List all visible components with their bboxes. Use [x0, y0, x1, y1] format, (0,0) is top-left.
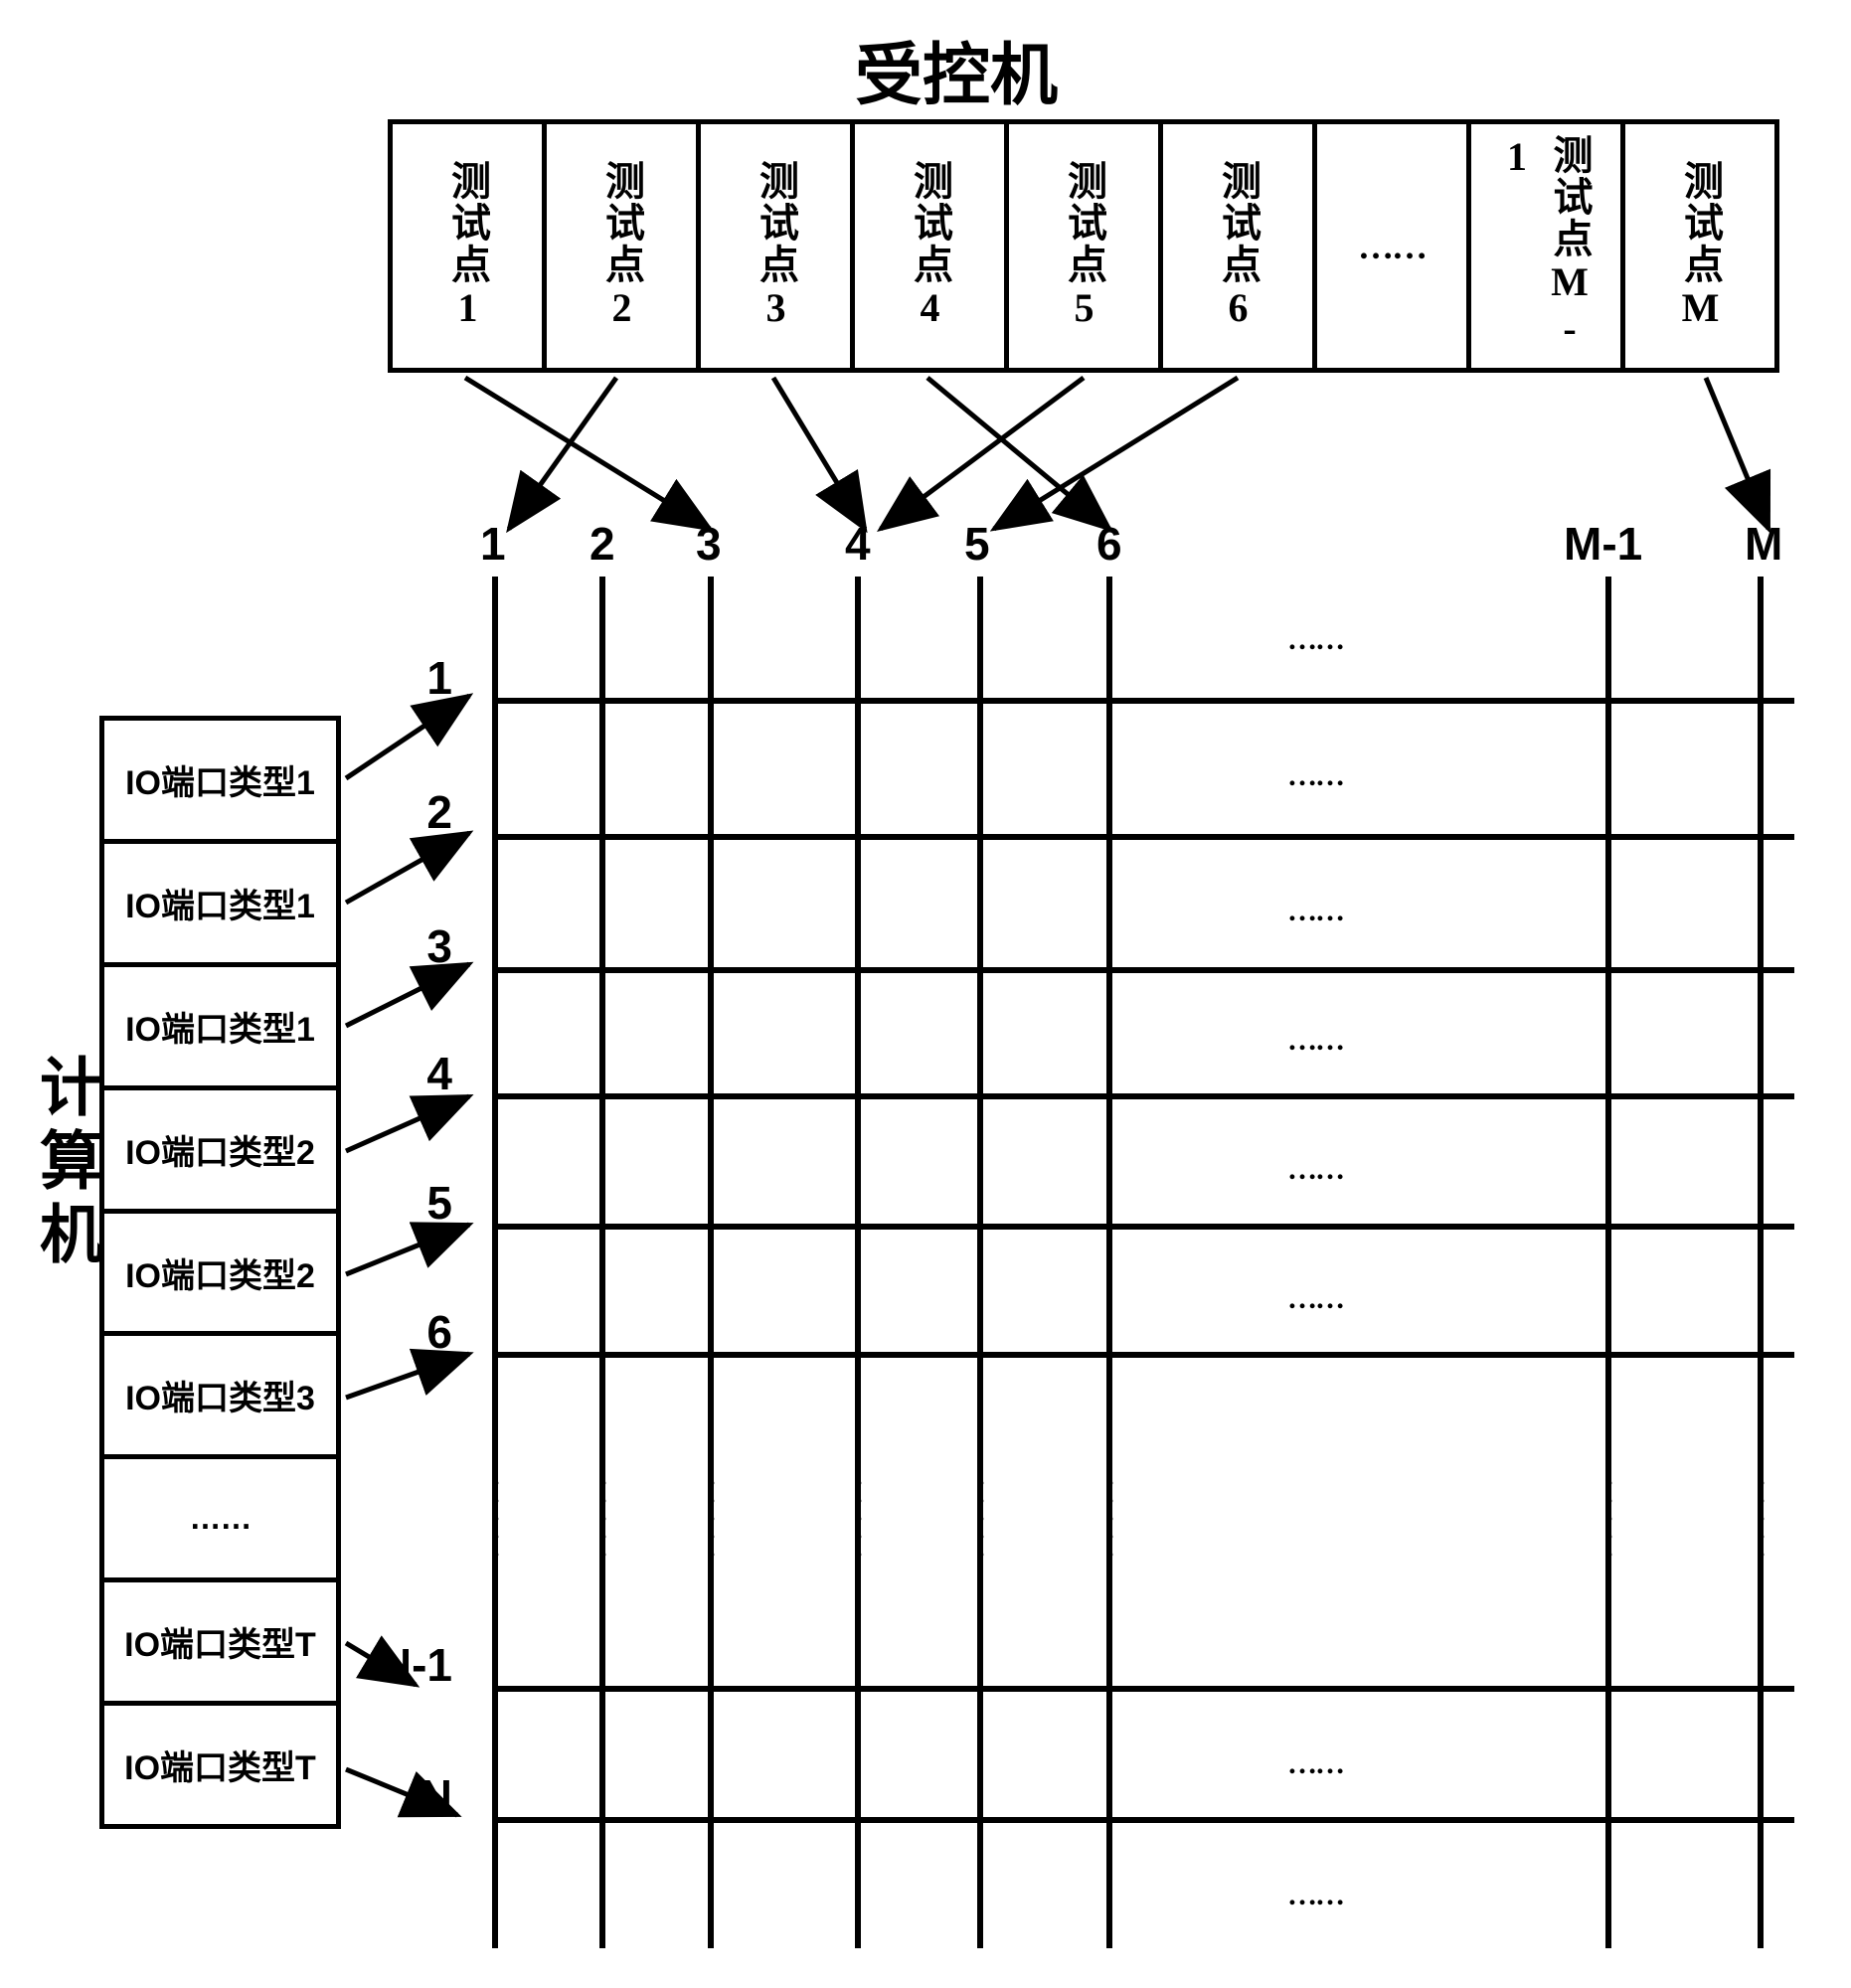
computer-box: IO端口类型1 IO端口类型1 IO端口类型1 IO端口类型2 IO端口类型2 …	[99, 716, 341, 1829]
controlled-machine-box: 测试点1 测试点2 测试点3 测试点4 测试点5 测试点6 …… 测试点M-1 …	[388, 119, 1779, 373]
col-ellipsis-n: ……	[1287, 1879, 1343, 1912]
col-ellipsis-3: ……	[1287, 1024, 1343, 1058]
test-point-4: 测试点4	[855, 124, 1009, 368]
col-label-2: 2	[589, 517, 615, 571]
col-label-6: 6	[1096, 517, 1122, 571]
col-ellipsis-0: ……	[1287, 623, 1343, 657]
row-label-5: 5	[313, 1176, 452, 1230]
row-label-n-1: N-1	[313, 1638, 452, 1692]
test-point-3: 测试点3	[701, 124, 855, 368]
test-point-2: 测试点2	[547, 124, 701, 368]
column-labels: 1 2 3 4 5 6 M-1 M	[492, 517, 1794, 577]
vline-6	[1106, 577, 1112, 1948]
io-port-type-1-a: IO端口类型1	[104, 721, 336, 844]
col-ellipsis-2: ……	[1287, 895, 1343, 928]
col-ellipsis-4: ……	[1287, 1153, 1343, 1187]
row-ellipsis-2: ●●●●●	[594, 1476, 610, 1566]
row-ellipsis-m: ●●●●●	[1753, 1476, 1768, 1566]
arrow-tp6-col5	[994, 378, 1238, 529]
test-point-m: 测试点M	[1625, 124, 1774, 368]
hline-4	[492, 1093, 1794, 1099]
io-port-type-2-b: IO端口类型2	[104, 1214, 336, 1337]
col-label-3: 3	[696, 517, 722, 571]
arrow-io5-row5	[346, 1225, 469, 1274]
io-port-type-1-c: IO端口类型1	[104, 967, 336, 1090]
test-point-m-1: 测试点M-1	[1471, 124, 1625, 368]
computer-title: 计算机	[20, 1054, 111, 1274]
hline-3	[492, 967, 1794, 973]
test-point-6: 测试点6	[1163, 124, 1317, 368]
vline-4	[855, 577, 861, 1948]
vline-m	[1758, 577, 1764, 1948]
hline-n-1	[492, 1686, 1794, 1692]
vline-1	[492, 577, 498, 1948]
col-label-5: 5	[964, 517, 990, 571]
row-ellipsis-3: ●●●●●	[703, 1476, 719, 1566]
arrow-io2-row2	[346, 833, 469, 903]
row-label-2: 2	[313, 785, 452, 839]
arrow-tp1-col3	[465, 378, 710, 529]
row-ellipsis-4: ●●●●●	[850, 1476, 866, 1566]
hline-2	[492, 834, 1794, 840]
io-port-type-1-b: IO端口类型1	[104, 844, 336, 967]
hline-6	[492, 1352, 1794, 1358]
col-label-m: M	[1745, 517, 1782, 571]
io-port-type-3: IO端口类型3	[104, 1336, 336, 1459]
hline-5	[492, 1224, 1794, 1230]
controlled-machine-title: 受控机	[855, 20, 1058, 118]
arrow-tpm-colm	[1706, 378, 1768, 529]
io-port-ellipsis: ……	[104, 1459, 336, 1582]
hline-n	[492, 1817, 1794, 1823]
switch-matrix-grid: 1 2 3 4 5 6 M-1 M 1 2 3 4 5 6 N-1 N	[492, 537, 1794, 1948]
arrow-tp5-col4b	[881, 378, 1084, 529]
col-label-4: 4	[845, 517, 871, 571]
arrow-tp2-col1	[509, 378, 616, 529]
arrow-io1-row1	[346, 696, 469, 778]
vline-m-1	[1605, 577, 1611, 1948]
row-label-1: 1	[313, 651, 452, 705]
arrow-io6-row6	[346, 1354, 469, 1398]
row-ellipsis-1: ●●●●●	[487, 1476, 503, 1566]
col-label-1: 1	[480, 517, 506, 571]
grid-lines: …… …… …… …… …… …… …… …… ●●●●● ●●●●● ●●●●…	[492, 577, 1794, 1988]
io-port-type-t-a: IO端口类型T	[104, 1582, 336, 1706]
io-port-type-t-b: IO端口类型T	[104, 1706, 336, 1824]
test-point-ellipsis: ……	[1317, 124, 1471, 368]
row-label-4: 4	[313, 1047, 452, 1100]
col-ellipsis-1: ……	[1287, 759, 1343, 793]
row-label-3: 3	[313, 919, 452, 973]
row-ellipsis-6: ●●●●●	[1101, 1476, 1117, 1566]
arrow-tp3-col4	[773, 378, 865, 529]
row-ellipsis-5: ●●●●●	[972, 1476, 988, 1566]
arrow-tp4-col6	[927, 378, 1109, 529]
vline-2	[599, 577, 605, 1948]
row-ellipsis-m1: ●●●●●	[1600, 1476, 1616, 1566]
hline-1	[492, 698, 1794, 704]
test-point-5: 测试点5	[1009, 124, 1163, 368]
vline-3	[708, 577, 714, 1948]
vline-5	[977, 577, 983, 1948]
col-label-m-1: M-1	[1564, 517, 1642, 571]
row-label-n: N	[313, 1769, 452, 1823]
arrow-io4-row4	[346, 1096, 469, 1151]
io-port-type-2-a: IO端口类型2	[104, 1090, 336, 1214]
col-ellipsis-n1: ……	[1287, 1747, 1343, 1781]
arrow-io3-row3	[346, 964, 469, 1026]
test-point-1: 测试点1	[393, 124, 547, 368]
col-ellipsis-5: ……	[1287, 1282, 1343, 1316]
row-label-6: 6	[313, 1305, 452, 1359]
